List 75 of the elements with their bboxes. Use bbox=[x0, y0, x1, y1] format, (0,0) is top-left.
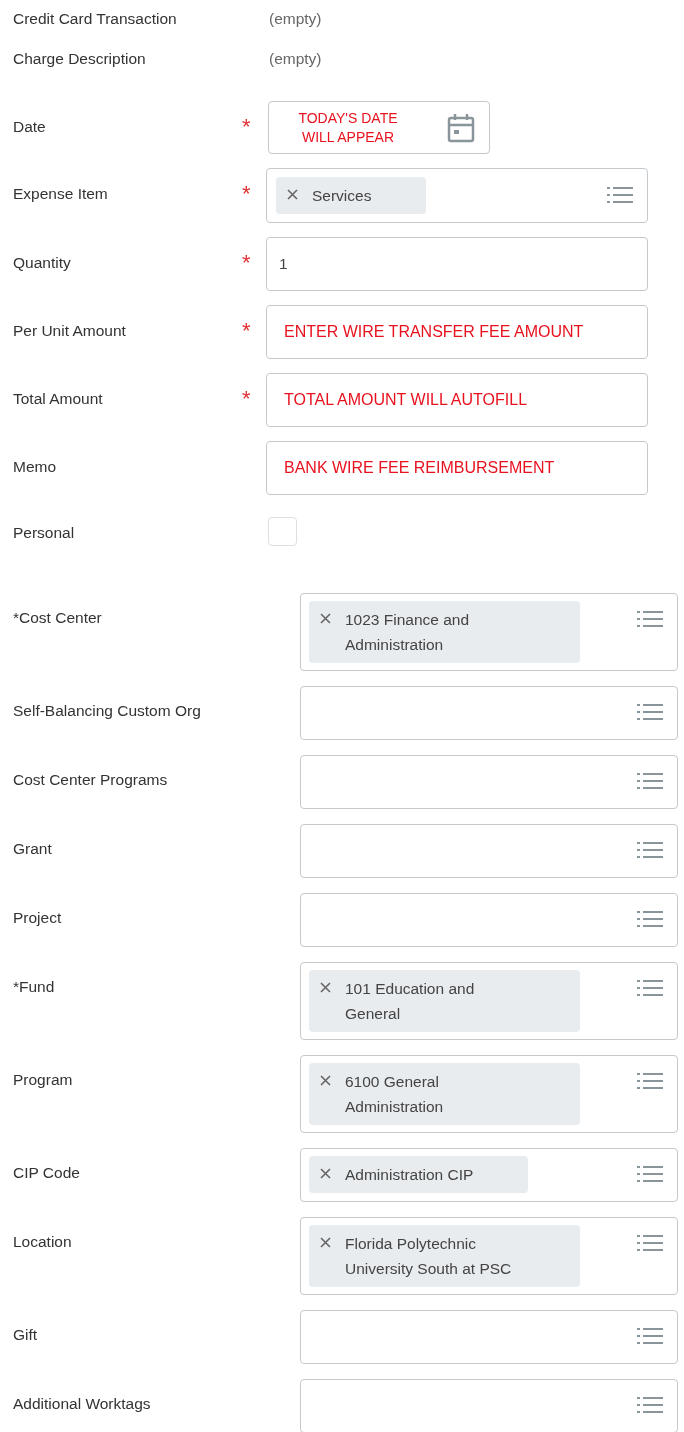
prompt-field[interactable]: 101 Education and General bbox=[300, 962, 678, 1040]
input-field[interactable]: BANK WIRE FEE REIMBURSEMENT bbox=[266, 441, 648, 495]
remove-icon[interactable] bbox=[320, 1237, 331, 1248]
selected-item-text: 6100 General Administration bbox=[345, 1072, 445, 1117]
calendar-icon[interactable] bbox=[447, 112, 475, 143]
field-value: TODAY'S DATE WILL APPEAR bbox=[297, 108, 399, 147]
remove-icon[interactable] bbox=[320, 982, 331, 993]
prompt-field[interactable]: 1023 Finance and Administration bbox=[300, 593, 678, 671]
list-icon[interactable] bbox=[637, 702, 663, 722]
field-label: Cost Center Programs bbox=[13, 770, 169, 790]
prompt-field[interactable] bbox=[300, 686, 678, 740]
prompt-field[interactable]: Administration CIP bbox=[300, 1148, 678, 1202]
field-value: ENTER WIRE TRANSFER FEE AMOUNT bbox=[283, 323, 584, 341]
list-icon[interactable] bbox=[637, 1071, 663, 1091]
remove-icon[interactable] bbox=[320, 1075, 331, 1086]
prompt-field[interactable]: Florida Polytechnic University South at PSC bbox=[300, 1217, 678, 1295]
field-label: Charge Description bbox=[13, 49, 147, 69]
input-field[interactable]: 1 bbox=[266, 237, 648, 291]
prompt-field[interactable] bbox=[300, 893, 678, 947]
list-icon[interactable] bbox=[637, 771, 663, 791]
prompt-field[interactable] bbox=[300, 755, 678, 809]
prompt-field[interactable] bbox=[300, 1310, 678, 1364]
prompt-field[interactable]: Services bbox=[266, 168, 648, 223]
required-marker: * bbox=[242, 319, 251, 343]
field-label: Quantity bbox=[13, 253, 72, 273]
list-icon[interactable] bbox=[637, 1233, 663, 1253]
selected-item-text: 101 Education and General bbox=[345, 979, 476, 1024]
field-label: *Cost Center bbox=[13, 608, 103, 628]
prompt-field[interactable] bbox=[300, 824, 678, 878]
checkbox[interactable] bbox=[268, 517, 297, 546]
date-field[interactable]: TODAY'S DATE WILL APPEAR bbox=[268, 101, 490, 154]
list-icon[interactable] bbox=[637, 840, 663, 860]
field-label: Total Amount bbox=[13, 389, 104, 409]
field-label: Project bbox=[13, 908, 63, 928]
field-label: Grant bbox=[13, 839, 53, 859]
field-value: 1 bbox=[279, 255, 288, 273]
field-label: Program bbox=[13, 1070, 74, 1090]
required-marker: * bbox=[242, 182, 251, 206]
field-label: Self-Balancing Custom Org bbox=[13, 701, 202, 721]
field-label: Expense Item bbox=[13, 184, 109, 204]
field-label: Per Unit Amount bbox=[13, 321, 127, 341]
list-icon[interactable] bbox=[637, 1395, 663, 1415]
input-field[interactable]: ENTER WIRE TRANSFER FEE AMOUNT bbox=[266, 305, 648, 359]
required-marker: * bbox=[242, 115, 251, 139]
list-icon[interactable] bbox=[637, 909, 663, 929]
selected-item-text: Administration CIP bbox=[345, 1165, 474, 1185]
selected-item-text: Florida Polytechnic University South at PSC bbox=[345, 1234, 513, 1279]
list-icon[interactable] bbox=[637, 1326, 663, 1346]
selected-item-text: 1023 Finance and Administration bbox=[345, 610, 471, 655]
field-value: TOTAL AMOUNT WILL AUTOFILL bbox=[283, 391, 528, 409]
field-label: Location bbox=[13, 1232, 73, 1252]
remove-icon[interactable] bbox=[287, 189, 298, 200]
field-label: CIP Code bbox=[13, 1163, 81, 1183]
field-label: Date bbox=[13, 117, 47, 137]
prompt-field[interactable] bbox=[300, 1379, 678, 1432]
prompt-field[interactable]: 6100 General Administration bbox=[300, 1055, 678, 1133]
field-value: BANK WIRE FEE REIMBURSEMENT bbox=[283, 459, 555, 477]
required-marker: * bbox=[242, 387, 251, 411]
selected-item-text: Services bbox=[312, 186, 372, 206]
list-icon[interactable] bbox=[637, 609, 663, 629]
list-icon[interactable] bbox=[607, 185, 633, 205]
required-marker: * bbox=[242, 251, 251, 275]
list-icon[interactable] bbox=[637, 978, 663, 998]
remove-icon[interactable] bbox=[320, 1168, 331, 1179]
field-label: Credit Card Transaction bbox=[13, 9, 178, 29]
field-value: (empty) bbox=[269, 9, 323, 29]
field-label: Additional Worktags bbox=[13, 1394, 152, 1414]
input-field[interactable]: TOTAL AMOUNT WILL AUTOFILL bbox=[266, 373, 648, 427]
field-label: Gift bbox=[13, 1325, 39, 1345]
field-value: (empty) bbox=[269, 49, 323, 69]
field-label: Memo bbox=[13, 457, 58, 477]
field-label: Personal bbox=[13, 523, 76, 543]
remove-icon[interactable] bbox=[320, 613, 331, 624]
field-label: *Fund bbox=[13, 977, 56, 997]
list-icon[interactable] bbox=[637, 1164, 663, 1184]
